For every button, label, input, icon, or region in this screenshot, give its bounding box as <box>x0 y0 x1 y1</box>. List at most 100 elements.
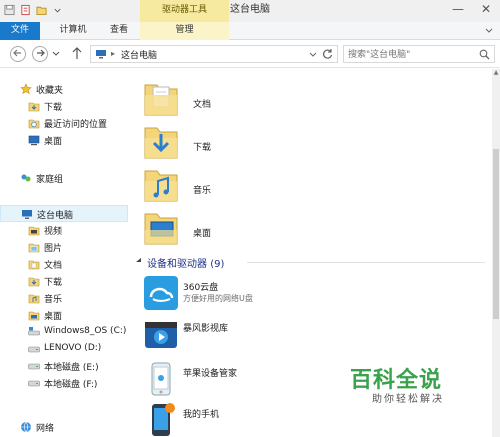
nav-item-label: 桌面 <box>44 137 63 147</box>
arrow-right-icon <box>37 49 45 57</box>
music-folder-icon <box>144 170 178 202</box>
nav-music[interactable]: 音乐 <box>0 290 128 307</box>
pictures-folder-icon <box>28 243 40 253</box>
address-dropdown-icon[interactable] <box>309 49 317 59</box>
customize-qat-icon[interactable] <box>52 4 63 16</box>
tab-computer[interactable]: 计算机 <box>48 22 98 40</box>
recent-locations-icon[interactable] <box>52 48 60 58</box>
nav-desktop[interactable]: 桌面 <box>0 307 128 324</box>
search-icon[interactable] <box>479 49 490 60</box>
up-arrow-icon[interactable] <box>72 46 82 60</box>
star-icon <box>20 83 32 95</box>
nav-pictures[interactable]: 图片 <box>0 239 128 256</box>
scrollbar-thumb[interactable] <box>493 149 499 319</box>
drive-tools-context-tab: 驱动器工具 <box>140 0 229 22</box>
folder-desktop[interactable]: 桌面 <box>141 206 341 248</box>
nav-this-pc-label: 这台电脑 <box>37 211 74 221</box>
device-360-cloud[interactable]: 360云盘 方便好用的网络U盘 <box>141 275 401 311</box>
navigation-pane: 收藏夹 下载 最近访问的位置 桌面 家庭组 这台电脑 视频 图片 文档 下载 音… <box>0 69 130 437</box>
nav-favorites[interactable]: 收藏夹 <box>0 81 128 98</box>
nav-item-label: 音乐 <box>44 295 63 305</box>
nav-favorites-label: 收藏夹 <box>36 86 64 96</box>
breadcrumb-separator[interactable]: ▸ <box>111 49 115 58</box>
scroll-up-icon[interactable]: ▲ <box>492 69 500 79</box>
properties-icon[interactable] <box>20 4 31 16</box>
computer-icon <box>96 50 106 59</box>
folder-label: 下载 <box>193 143 212 153</box>
nav-network-label: 网络 <box>36 424 55 434</box>
nav-drive-e[interactable]: 本地磁盘 (E:) <box>0 358 128 375</box>
nav-documents[interactable]: 文档 <box>0 256 128 273</box>
downloads-folder-icon <box>144 127 178 159</box>
search-box[interactable] <box>343 45 495 63</box>
save-icon[interactable] <box>4 4 15 16</box>
nav-item-label: 本地磁盘 (F:) <box>44 380 98 390</box>
section-title-text: 设备和驱动器 <box>147 259 207 270</box>
address-bar[interactable]: ▸ 这台电脑 <box>90 45 338 63</box>
folder-music[interactable]: 音乐 <box>141 163 341 205</box>
device-name: 暴风影视库 <box>183 324 229 334</box>
chevron-down-icon[interactable] <box>484 25 494 35</box>
address-row: ▸ 这台电脑 <box>0 40 500 68</box>
nav-item-label: 视频 <box>44 227 63 237</box>
tab-view[interactable]: 查看 <box>102 22 136 40</box>
folder-label: 文档 <box>193 100 212 110</box>
devices-section-header[interactable]: 设备和驱动器 (9) <box>135 255 485 270</box>
nav-item-label: Windows8_OS (C:) <box>44 326 127 336</box>
folder-downloads[interactable]: 下载 <box>141 120 341 162</box>
quick-access-toolbar <box>4 4 63 16</box>
downloads-folder-icon <box>28 277 40 287</box>
nav-network[interactable]: 网络 <box>0 419 128 436</box>
nav-item-label: 图片 <box>44 244 63 254</box>
desktop-icon <box>28 135 40 146</box>
section-count: (9) <box>210 259 225 270</box>
nav-drive-f[interactable]: 本地磁盘 (F:) <box>0 375 128 392</box>
tab-manage[interactable]: 管理 <box>140 22 229 40</box>
nav-item-label: 桌面 <box>44 312 63 322</box>
nav-videos[interactable]: 视频 <box>0 222 128 239</box>
ribbon-tab-row: 文件 计算机 查看 管理 <box>0 22 500 40</box>
homegroup-icon <box>21 174 31 182</box>
section-title: 设备和驱动器 (9) <box>147 255 224 270</box>
breadcrumb-this-pc[interactable]: 这台电脑 <box>121 48 157 61</box>
new-folder-icon[interactable] <box>36 4 47 16</box>
watermark: 百科全说 助你轻松解决 <box>350 362 500 412</box>
window-title: 这台电脑 <box>230 4 270 15</box>
refresh-icon[interactable] <box>322 48 333 60</box>
section-divider <box>247 262 485 263</box>
arrow-left-icon <box>13 49 21 57</box>
device-name: 苹果设备管家 <box>183 369 238 379</box>
360-cloud-icon <box>144 276 178 310</box>
nav-favorites-desktop[interactable]: 桌面 <box>0 132 128 149</box>
device-name: 我的手机 <box>183 410 220 420</box>
nav-drive-d[interactable]: LENOVO (D:) <box>0 341 128 358</box>
downloads-folder-icon <box>28 102 40 112</box>
documents-folder-icon <box>144 84 178 116</box>
search-input[interactable] <box>348 48 476 61</box>
device-baofeng[interactable]: 暴风影视库 <box>141 316 401 352</box>
video-library-icon <box>145 322 177 348</box>
nav-favorites-recent-places[interactable]: 最近访问的位置 <box>0 115 128 132</box>
videos-folder-icon <box>28 226 40 236</box>
hard-drive-icon <box>28 380 40 387</box>
nav-item-label: 文档 <box>44 261 63 271</box>
nav-item-label: 最近访问的位置 <box>44 120 108 130</box>
nav-item-label: 下载 <box>44 103 63 113</box>
nav-downloads[interactable]: 下载 <box>0 273 128 290</box>
recent-places-icon <box>28 119 40 129</box>
minimize-button[interactable]: — <box>448 0 468 20</box>
nav-item-label: LENOVO (D:) <box>44 343 102 353</box>
close-button[interactable]: ✕ <box>476 0 496 20</box>
computer-icon <box>22 210 32 219</box>
folder-documents[interactable]: 文档 <box>141 77 341 119</box>
tab-file[interactable]: 文件 <box>0 22 40 40</box>
nav-homegroup[interactable]: 家庭组 <box>0 170 128 187</box>
back-button[interactable] <box>10 46 26 62</box>
hard-drive-icon <box>28 363 40 370</box>
forward-button[interactable] <box>32 46 48 62</box>
nav-favorites-downloads[interactable]: 下载 <box>0 98 128 115</box>
nav-this-pc[interactable]: 这台电脑 <box>0 205 128 222</box>
iphone-icon <box>151 362 171 396</box>
collapse-caret-icon[interactable] <box>135 257 142 264</box>
nav-drive-c[interactable]: Windows8_OS (C:) <box>0 324 128 341</box>
